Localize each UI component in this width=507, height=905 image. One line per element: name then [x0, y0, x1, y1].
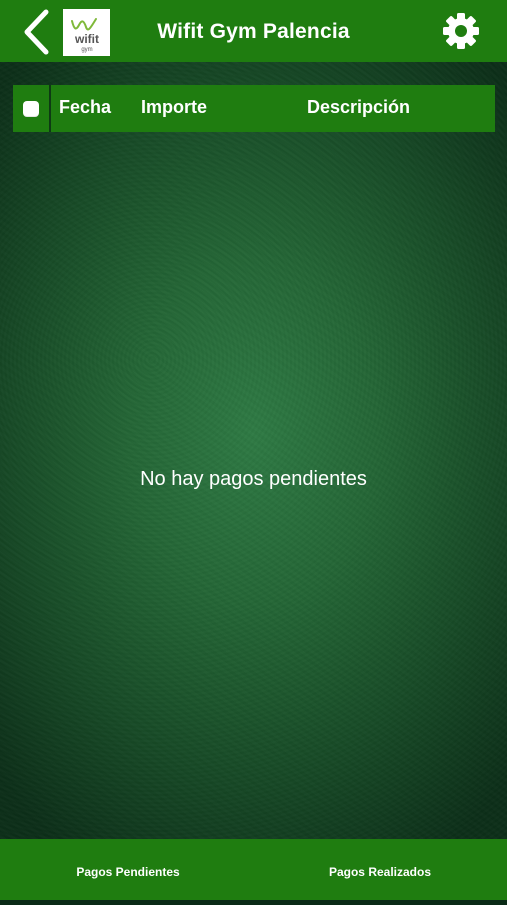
column-header-descripcion[interactable]: Descripción — [307, 85, 410, 132]
column-header-fecha[interactable]: Fecha — [59, 85, 111, 132]
select-all-checkbox[interactable] — [23, 100, 39, 117]
bottom-tab-bar: Pagos Pendientes Pagos Realizados — [0, 839, 507, 900]
tab-pagos-pendientes[interactable]: Pagos Pendientes — [28, 839, 228, 900]
gear-icon — [443, 13, 479, 49]
select-all-cell — [13, 85, 51, 132]
page-title: Wifit Gym Palencia — [157, 20, 350, 43]
column-header-importe[interactable]: Importe — [141, 85, 207, 132]
empty-state-message: No hay pagos pendientes — [140, 468, 367, 490]
tab-pagos-realizados[interactable]: Pagos Realizados — [280, 839, 480, 900]
app-header: wifit gym Wifit Gym Palencia — [0, 0, 507, 62]
payments-table-header: Fecha Importe Descripción — [13, 85, 495, 132]
screen-background — [0, 0, 507, 900]
settings-button[interactable] — [442, 12, 480, 50]
